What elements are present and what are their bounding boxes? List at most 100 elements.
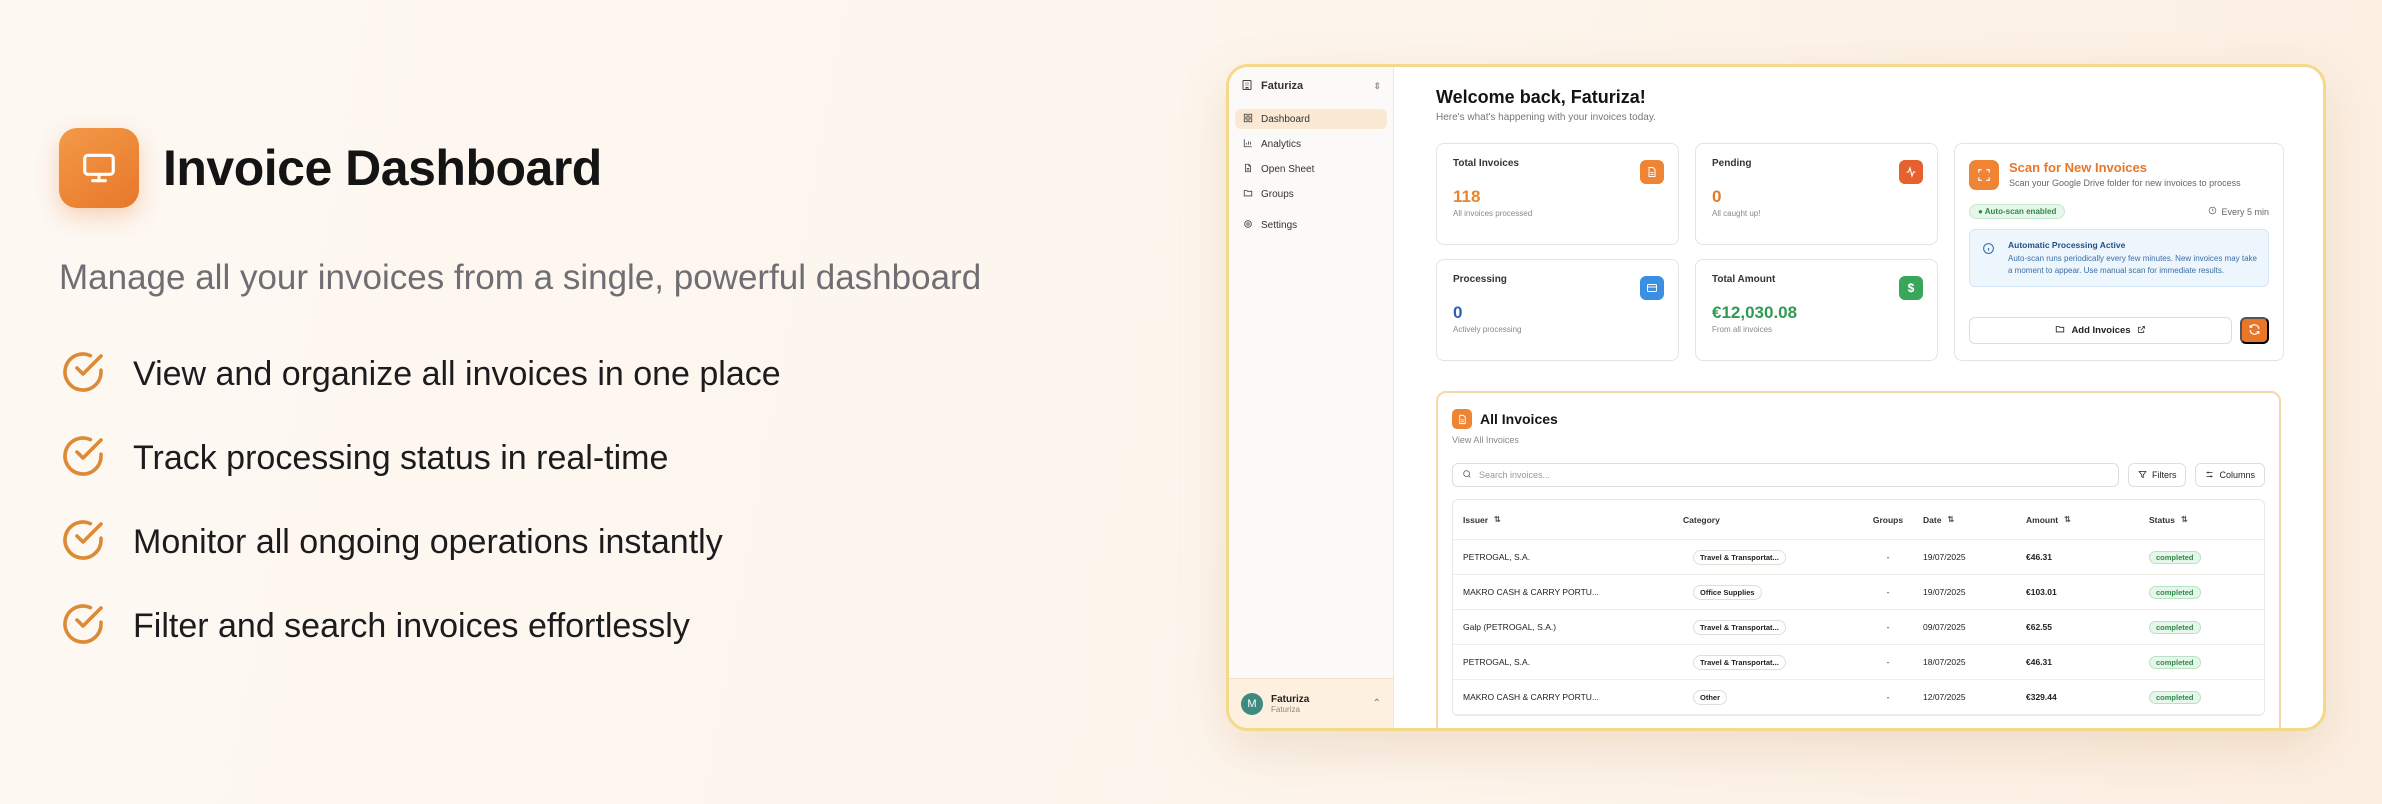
scan-icon [1969, 160, 1999, 190]
file-icon [1243, 163, 1253, 176]
workspace-switcher[interactable]: Faturiza ⇕ [1229, 67, 1393, 105]
chevrons-up-down-icon: ⇕ [1373, 80, 1381, 91]
cell-amount: €329.44 [2026, 692, 2057, 702]
info-box: Automatic Processing Active Auto-scan ru… [1969, 229, 2269, 288]
stat-subtext: All caught up! [1712, 209, 1761, 218]
status-badge: completed [2149, 585, 2201, 599]
stat-label: Total Amount [1712, 274, 1776, 285]
gear-icon [1243, 219, 1253, 232]
external-link-icon [2137, 325, 2146, 337]
dollar-icon: $ [1899, 276, 1923, 300]
credit-card-icon [1640, 276, 1664, 300]
category-badge: Travel & Transportat... [1693, 654, 1786, 670]
sidebar-item-groups[interactable]: Groups [1235, 184, 1387, 204]
cell-category: Travel & Transportat... [1683, 654, 1853, 670]
column-header-issuer[interactable]: Issuer ⇅ [1453, 515, 1683, 525]
info-title: Automatic Processing Active [2008, 240, 2126, 250]
table-row[interactable]: PETROGAL, S.A. Travel & Transportat... -… [1453, 540, 2264, 575]
stats-grid: Total Invoices 118 All invoices processe… [1436, 143, 2284, 373]
sidebar: Faturiza ⇕ Dashboard Analytics Open Shee… [1229, 67, 1394, 728]
app-window: Faturiza ⇕ Dashboard Analytics Open Shee… [1226, 64, 2326, 731]
stat-subtext: From all invoices [1712, 325, 1773, 334]
sort-icon: ⇅ [2064, 515, 2071, 524]
table-row[interactable]: Galp (PETROGAL, S.A.) Travel & Transport… [1453, 610, 2264, 645]
clock-icon [2208, 206, 2217, 217]
invoices-title: All Invoices [1480, 411, 1558, 427]
stat-value: €12,030.08 [1712, 303, 1798, 322]
cell-amount: €62.55 [2026, 622, 2052, 632]
table-row[interactable]: MAKRO CASH & CARRY PORTU... Other - 12/0… [1453, 680, 2264, 715]
invoices-panel: All Invoices View All Invoices Filters C… [1436, 391, 2281, 728]
add-invoices-button[interactable]: Add Invoices [1969, 317, 2232, 344]
column-header-amount[interactable]: Amount ⇅ [2026, 515, 2149, 525]
cell-status: completed [2149, 620, 2264, 634]
scan-header: Scan for New Invoices Scan your Google D… [1969, 160, 2269, 190]
feature-item: Filter and search invoices effortlessly [59, 584, 1159, 668]
sidebar-item-settings[interactable]: Settings [1235, 215, 1387, 235]
stat-subtext: Actively processing [1453, 325, 1522, 334]
table-row[interactable]: MAKRO CASH & CARRY PORTU... Office Suppl… [1453, 575, 2264, 610]
refresh-icon [2248, 323, 2261, 339]
cell-groups: - [1886, 692, 1890, 702]
view-all-invoices-link[interactable]: View All Invoices [1452, 435, 2265, 445]
table-header: Issuer ⇅ Category Groups Date ⇅ Amount ⇅ St… [1453, 500, 2264, 540]
status-badge: completed [2149, 690, 2201, 704]
cell-category: Other [1683, 689, 1853, 705]
search-icon [1462, 466, 1472, 484]
sidebar-item-open-sheet[interactable]: Open Sheet [1235, 159, 1387, 179]
category-badge: Travel & Transportat... [1693, 549, 1786, 565]
sidebar-item-dashboard[interactable]: Dashboard [1235, 109, 1387, 129]
user-menu[interactable]: M Faturiza Faturiza ⌃ [1229, 678, 1393, 728]
cell-issuer: PETROGAL, S.A. [1463, 552, 1531, 562]
page-subtitle: Here's what's happening with your invoic… [1436, 112, 1656, 123]
user-info: Faturiza Faturiza [1271, 694, 1309, 714]
column-header-category: Category [1683, 514, 1720, 525]
stat-value: 0 [1712, 187, 1722, 206]
column-header-status[interactable]: Status ⇅ [2149, 515, 2264, 525]
sidebar-item-label: Dashboard [1261, 113, 1310, 125]
feature-text: View and organize all invoices in one pl… [133, 354, 781, 393]
stat-card-processing: Processing 0 Actively processing [1436, 259, 1679, 361]
avatar: M [1241, 692, 1263, 715]
stat-card-total-amount: Total Amount €12,030.08 From all invoice… [1695, 259, 1938, 361]
cell-date: 09/07/2025 [1923, 622, 1966, 632]
file-text-icon [1640, 160, 1664, 184]
search-box [1452, 463, 2119, 487]
layout-grid-icon [1243, 113, 1253, 126]
bar-chart-icon [1243, 138, 1253, 151]
sidebar-item-analytics[interactable]: Analytics [1235, 134, 1387, 154]
search-input[interactable] [1479, 470, 2109, 480]
scan-title: Scan for New Invoices [2009, 160, 2147, 175]
cell-issuer: MAKRO CASH & CARRY PORTU... [1463, 692, 1600, 702]
sidebar-item-label: Analytics [1261, 138, 1302, 150]
category-badge: Office Supplies [1693, 584, 1762, 600]
check-circle-icon [59, 516, 107, 569]
column-header-date[interactable]: Date ⇅ [1923, 515, 2026, 525]
sort-icon: ⇅ [1494, 515, 1501, 524]
feature-text: Filter and search invoices effortlessly [133, 606, 690, 645]
filters-button[interactable]: Filters [2127, 463, 2187, 487]
cell-category: Office Supplies [1683, 584, 1853, 600]
check-circle-icon [59, 348, 107, 401]
cell-amount: €46.31 [2026, 657, 2052, 667]
stat-subtext: All invoices processed [1453, 209, 1533, 218]
stat-card-pending: Pending 0 All caught up! [1695, 143, 1938, 245]
filter-icon [2138, 470, 2147, 481]
cell-issuer: PETROGAL, S.A. [1463, 657, 1531, 667]
feature-text: Monitor all ongoing operations instantly [133, 522, 723, 561]
cell-date: 18/07/2025 [1923, 657, 1966, 667]
feature-list: View and organize all invoices in one pl… [59, 332, 1159, 668]
invoices-header: All Invoices [1452, 409, 2265, 429]
scan-status-row: ● Auto-scan enabled Every 5 min [1969, 204, 2269, 219]
refresh-button[interactable] [2240, 317, 2269, 344]
scan-actions: Add Invoices [1969, 317, 2269, 344]
category-badge: Travel & Transportat... [1693, 619, 1786, 635]
cell-groups: - [1886, 587, 1890, 597]
cell-category: Travel & Transportat... [1683, 549, 1853, 565]
info-icon [1982, 242, 1995, 260]
columns-button[interactable]: Columns [2195, 463, 2265, 487]
cell-amount: €103.01 [2026, 587, 2057, 597]
folder-open-icon [2055, 324, 2065, 337]
promo-subtitle: Manage all your invoices from a single, … [59, 258, 982, 297]
table-row[interactable]: PETROGAL, S.A. Travel & Transportat... -… [1453, 645, 2264, 680]
